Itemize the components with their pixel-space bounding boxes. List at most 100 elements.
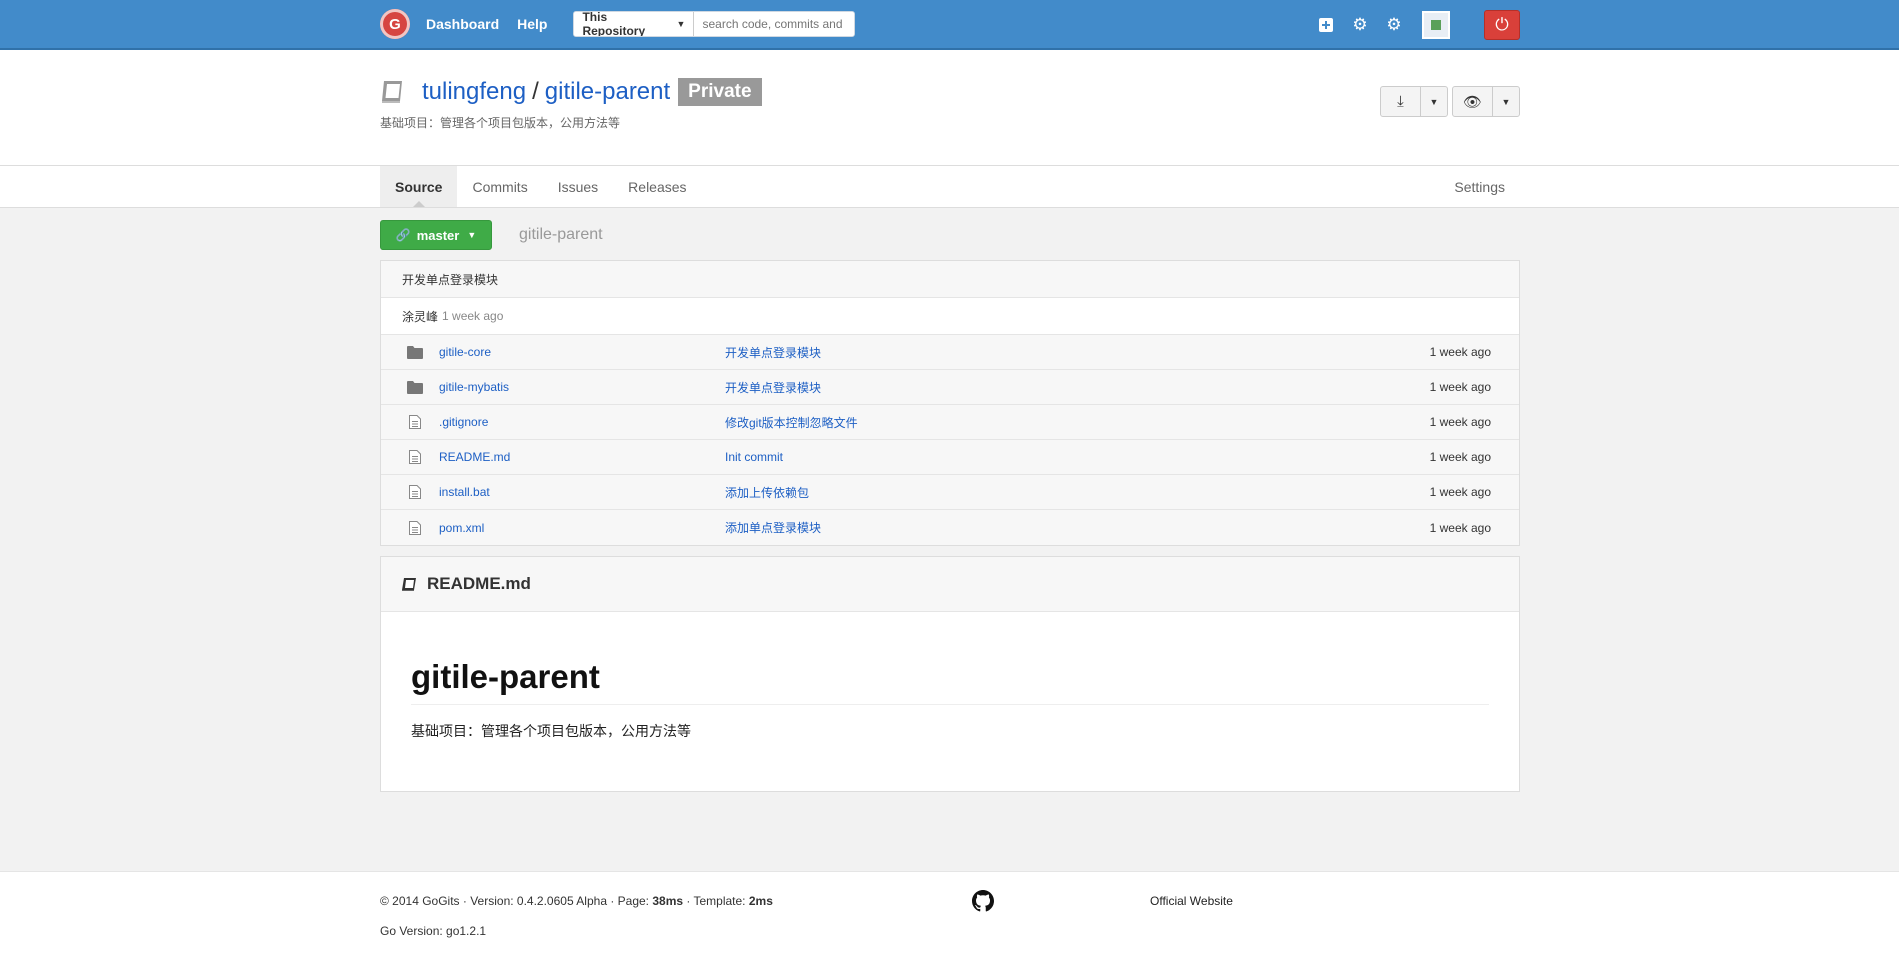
file-icon [381, 450, 439, 464]
gogits-logo[interactable]: G [380, 9, 410, 39]
template-time: 2ms [748, 894, 773, 908]
tab-source[interactable]: Source [380, 166, 458, 207]
template-label: · Template: [683, 894, 749, 908]
readme-header: README.md [381, 557, 1519, 612]
private-badge: Private [678, 78, 762, 106]
tab-settings[interactable]: Settings [1439, 166, 1520, 207]
download-dropdown-toggle[interactable]: ▼ [1421, 87, 1447, 116]
repo-tabbar: Source Commits Issues Releases Settings [0, 166, 1899, 208]
file-icon [381, 485, 439, 499]
search-scope-label: This Repository [582, 11, 646, 37]
nav-right-actions: ⚙ ⚙ ⏻ [1306, 10, 1520, 40]
top-navbar: G Dashboard Help This Repository ▼ ⚙ ⚙ ⏻ [0, 0, 1899, 50]
file-commit-time: 1 week ago [1429, 345, 1491, 359]
tab-commits[interactable]: Commits [457, 166, 542, 207]
folder-icon [381, 345, 439, 359]
gears-icon[interactable]: ⚙ [1380, 11, 1408, 39]
file-table: 开发单点登录模块 涂灵峰 1 week ago gitile-core 开发单点登… [380, 260, 1520, 546]
repo-description: 基础项目：管理各个项目包版本，公用方法等 [380, 116, 621, 130]
book-icon [402, 577, 416, 591]
file-name-link[interactable]: pom.xml [439, 521, 725, 535]
caret-down-icon: ▼ [467, 230, 477, 240]
link-icon: 🔗 [395, 228, 411, 242]
file-name-link[interactable]: README.md [439, 450, 725, 464]
file-commit-link[interactable]: Init commit [725, 450, 783, 464]
branch-label: master [416, 227, 460, 243]
tab-issues[interactable]: Issues [543, 166, 613, 207]
table-row: README.md Init commit 1 week ago [381, 440, 1519, 475]
file-commit-time: 1 week ago [1429, 485, 1491, 499]
page-time: 38ms [652, 894, 684, 908]
file-commit-link[interactable]: 添加上传依赖包 [725, 486, 809, 500]
download-icon: ⤓ [1397, 93, 1404, 110]
readme-heading: gitile-parent [411, 658, 1489, 705]
tab-label: Source [395, 178, 443, 195]
file-commit-link[interactable]: 开发单点登录模块 [725, 346, 821, 360]
nav-dashboard-link[interactable]: Dashboard [426, 16, 499, 32]
table-row: install.bat 添加上传依赖包 1 week ago [381, 475, 1519, 510]
file-name-link[interactable]: .gitignore [439, 415, 725, 429]
readme-paragraph: 基础项目：管理各个项目包版本，公用方法等 [411, 723, 691, 739]
commit-author: 涂灵峰 [402, 309, 439, 324]
footer: © 2014 GoGits · Version: 0.4.2.0605 Alph… [0, 871, 1899, 972]
file-commit-link[interactable]: 开发单点登录模块 [725, 381, 821, 395]
footer-copyright: © 2014 GoGits · Version: 0.4.2.0605 Alph… [380, 894, 653, 908]
search-scope-dropdown[interactable]: This Repository ▼ [574, 11, 695, 37]
table-row: pom.xml 添加单点登录模块 1 week ago [381, 510, 1519, 545]
github-icon[interactable] [972, 890, 994, 912]
watch-button[interactable]: 👁 [1453, 87, 1493, 116]
power-icon: ⏻ [1495, 15, 1509, 34]
table-row: gitile-mybatis 开发单点登录模块 1 week ago [381, 370, 1519, 405]
footer-go-version: Go Version: go1.2.1 [380, 924, 487, 938]
download-button[interactable]: ⤓ [1381, 87, 1421, 116]
watch-dropdown-toggle[interactable]: ▼ [1493, 87, 1519, 116]
download-button-group: ⤓ ▼ [1380, 86, 1448, 117]
file-name-link[interactable]: gitile-core [439, 345, 725, 359]
signout-button[interactable]: ⏻ [1484, 10, 1520, 40]
avatar[interactable] [1422, 11, 1450, 39]
folder-icon [381, 380, 439, 394]
caret-down-icon: ▼ [1501, 96, 1511, 107]
readme-panel: README.md gitile-parent 基础项目：管理各个项目包版本，公… [380, 556, 1520, 792]
readme-content: gitile-parent 基础项目：管理各个项目包版本，公用方法等 [381, 612, 1519, 791]
repo-header: tulingfeng / gitile-parent Private 基础项目：… [0, 50, 1899, 166]
nav-help-link[interactable]: Help [517, 16, 547, 32]
repo-name-link[interactable]: gitile-parent [545, 78, 670, 106]
caret-down-icon: ▼ [1429, 96, 1439, 107]
commit-time: 1 week ago [442, 309, 504, 323]
broken-image-icon [1431, 20, 1441, 30]
repo-actions: ⤓ ▼ 👁 ▼ [1376, 86, 1520, 117]
file-commit-time: 1 week ago [1429, 380, 1491, 394]
file-icon [381, 415, 439, 429]
branch-row: 🔗 master ▼ gitile-parent [380, 220, 1520, 250]
active-tab-arrow [412, 201, 425, 207]
gear-icon[interactable]: ⚙ [1346, 11, 1374, 39]
breadcrumb: gitile-parent [519, 226, 603, 243]
file-commit-time: 1 week ago [1429, 450, 1491, 464]
file-commit-link[interactable]: 修改git版本控制忽略文件 [725, 416, 858, 430]
file-commit-time: 1 week ago [1429, 520, 1491, 535]
search-form: This Repository ▼ [573, 11, 856, 37]
file-name-link[interactable]: install.bat [439, 485, 725, 499]
plus-square-icon[interactable] [1312, 11, 1340, 39]
repo-path-separator: / [532, 78, 539, 105]
table-row: gitile-core 开发单点登录模块 1 week ago [381, 335, 1519, 370]
book-icon [382, 81, 402, 103]
file-name-link[interactable]: gitile-mybatis [439, 380, 725, 394]
repo-title: tulingfeng / gitile-parent Private [380, 78, 1520, 106]
official-website-link[interactable]: Official Website [1150, 894, 1233, 908]
caret-down-icon: ▼ [676, 19, 686, 29]
tab-releases[interactable]: Releases [613, 166, 701, 207]
watch-button-group: 👁 ▼ [1452, 86, 1520, 117]
eye-icon: 👁 [1462, 93, 1483, 111]
latest-commit-meta: 涂灵峰 1 week ago [381, 298, 1519, 335]
main-content: 🔗 master ▼ gitile-parent 开发单点登录模块 涂灵峰 1 … [380, 220, 1520, 792]
file-commit-link[interactable]: 添加单点登录模块 [725, 521, 821, 535]
search-input[interactable] [694, 12, 855, 36]
repo-owner-link[interactable]: tulingfeng [422, 78, 526, 106]
table-row: .gitignore 修改git版本控制忽略文件 1 week ago [381, 405, 1519, 440]
file-icon [381, 520, 439, 535]
readme-filename: README.md [427, 574, 531, 593]
branch-selector-button[interactable]: 🔗 master ▼ [380, 220, 492, 250]
footer-version-line: © 2014 GoGits · Version: 0.4.2.0605 Alph… [380, 894, 1520, 908]
